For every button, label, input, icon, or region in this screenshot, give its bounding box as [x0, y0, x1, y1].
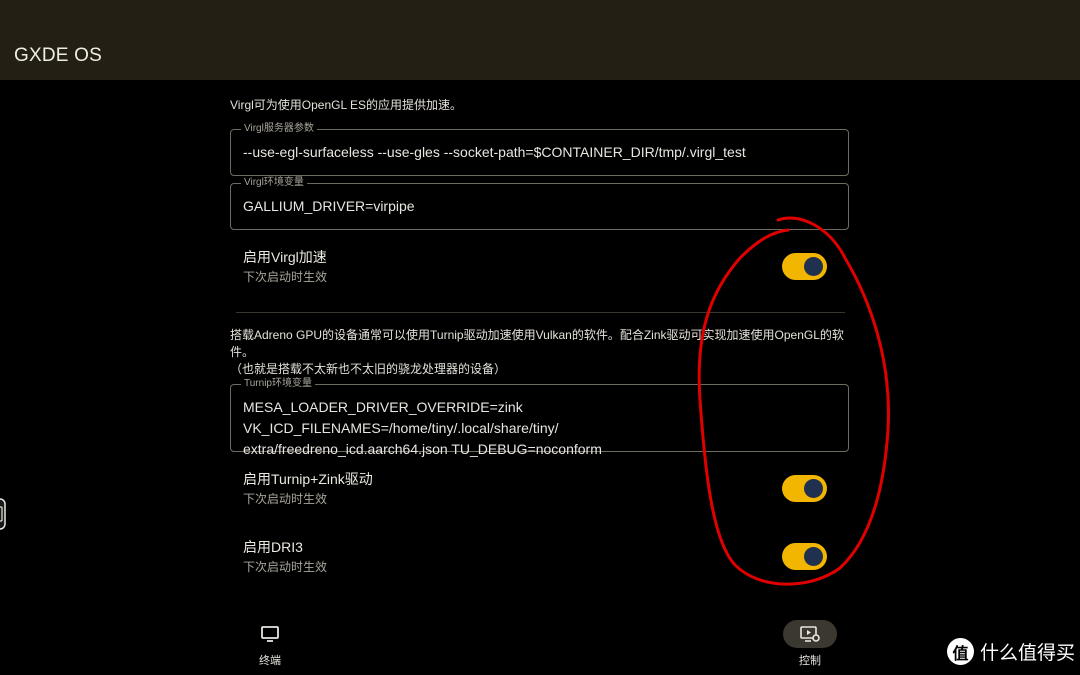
- dri3-enable-row[interactable]: 启用DRI3 下次启动时生效: [243, 538, 327, 576]
- virgl-enable-toggle[interactable]: [782, 253, 827, 280]
- app-bar: GXDE OS: [0, 0, 1080, 80]
- turnip-env-value-line2: extra/freedreno_icd.aarch64.json TU_DEBU…: [243, 441, 602, 457]
- monitor-icon: [243, 620, 297, 648]
- virgl-enable-subtitle: 下次启动时生效: [243, 270, 328, 284]
- turnip-env-value-line1: MESA_LOADER_DRIVER_OVERRIDE=zink VK_ICD_…: [243, 399, 559, 436]
- turnip-enable-row[interactable]: 启用Turnip+Zink驱动 下次启动时生效: [243, 470, 373, 508]
- watermark: 值 什么值得买: [947, 638, 1075, 665]
- nav-terminal[interactable]: 终端: [243, 620, 297, 668]
- watermark-text: 什么值得买: [980, 643, 1076, 664]
- divider: [236, 312, 845, 313]
- toggle-knob: [804, 547, 823, 566]
- nav-control[interactable]: 控制: [783, 620, 837, 668]
- dri3-enable-title: 启用DRI3: [243, 539, 303, 555]
- turnip-env-field[interactable]: Turnip环境变量 MESA_LOADER_DRIVER_OVERRIDE=z…: [230, 377, 849, 457]
- floating-handle-icon[interactable]: [0, 497, 6, 531]
- turnip-env-value: MESA_LOADER_DRIVER_OVERRIDE=zink VK_ICD_…: [243, 397, 836, 460]
- nav-terminal-label: 终端: [259, 655, 281, 667]
- virgl-enable-row[interactable]: 启用Virgl加速 下次启动时生效: [243, 248, 327, 286]
- turnip-enable-toggle[interactable]: [782, 475, 827, 502]
- virgl-server-args-value: --use-egl-surfaceless --use-gles --socke…: [243, 144, 746, 160]
- turnip-description: 搭载Adreno GPU的设备通常可以使用Turnip驱动加速使用Vulkan的…: [230, 327, 855, 378]
- turnip-description-line2: 件。: [230, 345, 255, 359]
- virgl-server-args-label: Virgl服务器参数: [241, 122, 317, 136]
- watermark-badge-icon: 值: [947, 638, 974, 665]
- display-settings-icon: [783, 620, 837, 648]
- virgl-env-label: Virgl环境变量: [241, 176, 307, 190]
- virgl-description: Virgl可为使用OpenGL ES的应用提供加速。: [230, 98, 463, 112]
- toggle-knob: [804, 257, 823, 276]
- nav-control-label: 控制: [799, 655, 821, 667]
- virgl-env-value: GALLIUM_DRIVER=virpipe: [243, 198, 415, 214]
- app-title: GXDE OS: [14, 45, 102, 66]
- virgl-env-field[interactable]: Virgl环境变量 GALLIUM_DRIVER=virpipe: [230, 176, 849, 230]
- turnip-env-label: Turnip环境变量: [241, 377, 315, 391]
- toggle-knob: [804, 479, 823, 498]
- dri3-enable-subtitle: 下次启动时生效: [243, 560, 328, 574]
- turnip-description-line3: （也就是搭载不太新也不太旧的骁龙处理器的设备）: [230, 362, 507, 376]
- virgl-enable-title: 启用Virgl加速: [243, 249, 327, 265]
- dri3-enable-toggle[interactable]: [782, 543, 827, 570]
- virgl-server-args-field[interactable]: Virgl服务器参数 --use-egl-surfaceless --use-g…: [230, 122, 849, 176]
- turnip-enable-title: 启用Turnip+Zink驱动: [243, 471, 373, 487]
- turnip-description-line1: 搭载Adreno GPU的设备通常可以使用Turnip驱动加速使用Vulkan的…: [230, 328, 844, 342]
- turnip-enable-subtitle: 下次启动时生效: [243, 492, 328, 506]
